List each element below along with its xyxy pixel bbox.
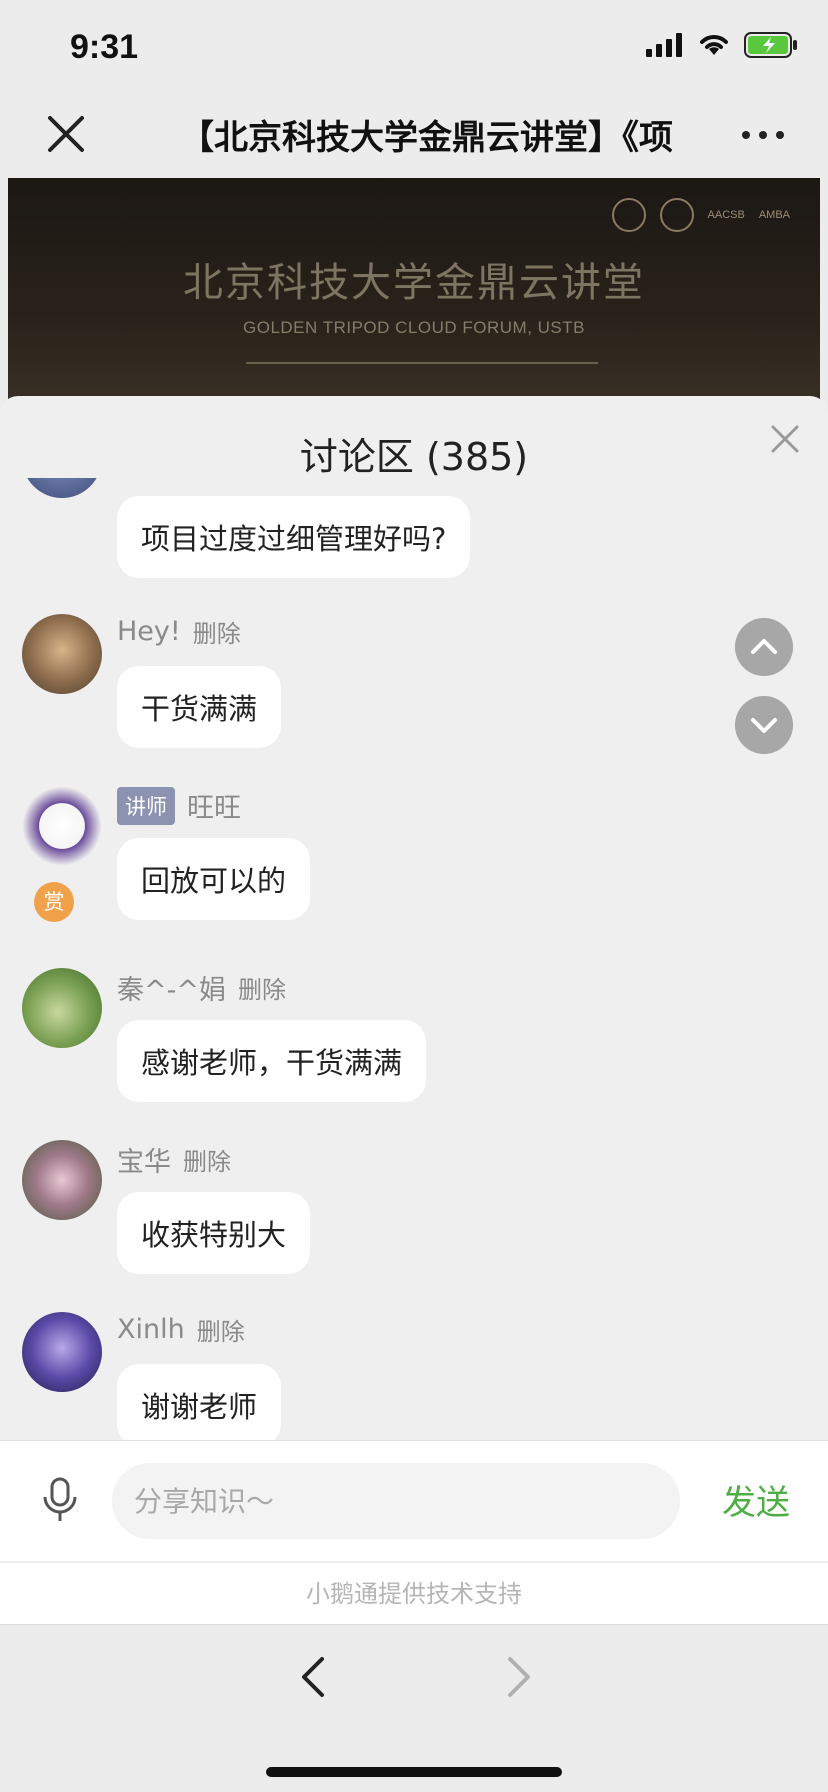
video-banner[interactable]: AACSB AMBA 北京科技大学金鼎云讲堂 GOLDEN TRIPOD CLO… [8,178,820,418]
page-title: 【北京科技大学金鼎云讲堂】《项 [180,118,672,158]
avatar[interactable] [22,1140,102,1220]
avatar[interactable] [22,786,102,866]
message-bubble: 收获特别大 [117,1192,311,1274]
close-icon[interactable] [44,112,88,156]
banner-divider [246,362,598,364]
screen: 9:31 【北京科技大学金鼎云讲堂】《项 AACSB AMBA 北京科技大学金鼎… [0,0,828,1792]
author-name: 宝华 [117,1147,171,1178]
message-bubble: 回放可以的 [117,838,311,920]
message-bubble: 谢谢老师 [117,1364,282,1440]
wifi-icon [700,35,728,55]
back-arrow-icon[interactable] [296,1655,332,1699]
delete-link[interactable]: 删除 [183,1142,231,1177]
more-icon[interactable] [738,120,788,150]
university-seal-icon [611,198,646,232]
message-bubble: 项目过度过细管理好吗? [117,496,471,578]
message-author: 讲师 旺旺 [117,786,241,825]
avatar[interactable] [22,1312,102,1392]
message-author: 秦^-^娟 删除 [117,968,286,1007]
scroll-down-button[interactable] [735,696,793,754]
message-author: Xinlh 删除 [117,1312,245,1347]
avatar[interactable] [22,968,102,1048]
message-list[interactable]: 项目过度过细管理好吗? Hey! 删除 干货满满 赏 讲师 旺旺 回放可以的 秦… [0,478,828,1440]
battery-icon [744,32,797,58]
avatar[interactable] [22,478,102,498]
message-bubble: 干货满满 [117,666,282,748]
delete-link[interactable]: 删除 [193,614,241,649]
message-input[interactable] [112,1463,680,1539]
author-name: 旺旺 [187,793,241,824]
forward-arrow-icon[interactable] [500,1655,536,1699]
message-bubble: 感谢老师，干货满满 [117,1020,427,1102]
author-name: Xinlh [117,1314,185,1345]
powered-by-text: 小鹅通提供技术支持 [0,1562,828,1625]
author-name: Hey! [117,616,181,647]
amba-logo: AMBA [758,209,790,221]
author-name: 秦^-^娟 [117,975,226,1006]
message-author: Hey! 删除 [117,614,241,649]
send-button[interactable]: 发送 [722,1475,790,1524]
signal-icon [646,33,682,57]
panel-title: 讨论区 (385) [299,435,529,479]
microphone-icon[interactable] [40,1477,80,1523]
teacher-badge: 讲师 [117,786,175,825]
school-seal-icon [659,198,694,232]
discussion-panel: 讨论区 (385) 项目过度过细管理好吗? Hey! 删除 干货满满 赏 讲师 … [0,396,828,1440]
status-bar: 9:31 [0,0,828,96]
browser-toolbar [0,1624,828,1792]
input-bar: 发送 [0,1440,828,1561]
aacsb-logo: AACSB [707,209,745,221]
panel-close-icon[interactable] [770,424,800,454]
banner-logos: AACSB AMBA [611,198,790,232]
home-indicator [266,1767,562,1777]
delete-link[interactable]: 删除 [238,970,286,1005]
banner-title: 北京科技大学金鼎云讲堂 [183,260,645,306]
nav-bar: 【北京科技大学金鼎云讲堂】《项 [0,96,828,176]
scroll-up-button[interactable] [735,618,793,676]
status-icons [646,32,798,58]
reward-badge[interactable]: 赏 [34,882,74,922]
delete-link[interactable]: 删除 [197,1312,245,1347]
status-time: 9:31 [70,28,139,66]
avatar[interactable] [22,614,102,694]
banner-subtitle: GOLDEN TRIPOD CLOUD FORUM, USTB [243,318,585,337]
message-author: 宝华 删除 [117,1140,231,1179]
